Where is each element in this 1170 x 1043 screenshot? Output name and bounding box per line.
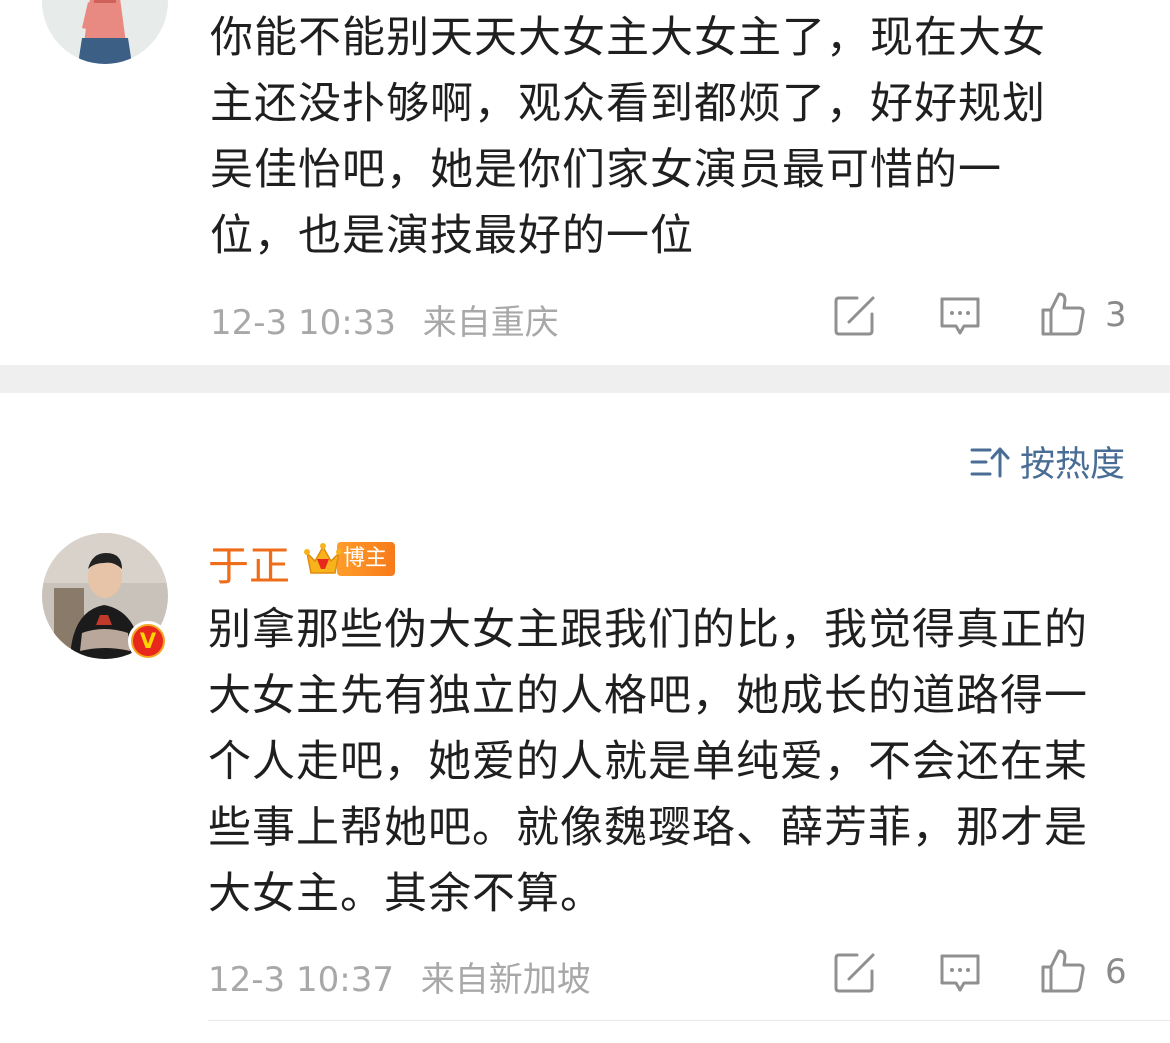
comment-meta: 12-3 10:33 来自重庆 [210,295,559,344]
share-icon [834,953,875,993]
share-icon [834,296,875,336]
sort-label: 按热度 [1019,445,1125,485]
share-button[interactable] [832,293,878,339]
crown-icon [303,539,343,579]
comment-icon [940,954,980,992]
username-link[interactable]: 于正 [208,532,290,592]
comment-time: 12-3 10:37 [208,960,394,1000]
comment-line: 主还没扑够啊，观众看到都烦了，好好规划 [210,79,1046,129]
blogger-badge: 博主 [303,538,399,580]
verified-mark: V [133,626,163,656]
comment-body: 你能不能别天天大女主大女主了，现在大女 主还没扑够啊，观众看到都烦了，好好规划 … [210,5,1046,269]
comment-line: 大女主。其余不算。 [208,869,604,919]
comment-time: 12-3 10:33 [210,303,396,343]
comment-body: 别拿那些伪大女主跟我们的比，我觉得真正的 大女主先有独立的人格吧，她成长的道路得… [208,597,1088,927]
comment-location: 来自重庆 [422,303,559,343]
comment-icon [940,297,980,335]
comment-line: 你能不能别天天大女主大女主了，现在大女 [210,13,1046,63]
comment-line: 位，也是演技最好的一位 [210,211,694,261]
comment-line: 些事上帮她吧。就像魏璎珞、薛芳菲，那才是 [208,803,1088,853]
share-button[interactable] [832,950,878,996]
badge-label: 博主 [337,542,396,576]
reply-button[interactable] [937,293,983,339]
sort-icon [970,447,1010,477]
verified-badge: V [128,621,168,661]
comment-line: 大女主先有独立的人格吧，她成长的道路得一 [208,671,1088,721]
thumbs-up-icon [1041,292,1085,336]
comment-meta: 12-3 10:37 来自新加坡 [208,952,591,1001]
like-button[interactable] [1038,289,1088,339]
comment-line: 吴佳怡吧，她是你们家女演员最可惜的一 [210,145,1002,195]
comment-line: 别拿那些伪大女主跟我们的比，我觉得真正的 [208,605,1088,655]
comment-location: 来自新加坡 [420,960,591,1000]
thumbs-up-icon [1041,949,1085,993]
commenter-avatar[interactable] [42,0,168,64]
comment-line: 个人走吧，她爱的人就是单纯爱，不会还在某 [208,737,1088,787]
avatar-image [42,0,168,64]
sort-by-hot-button[interactable]: 按热度 [970,436,1125,487]
like-count: 6 [1105,952,1127,992]
like-button[interactable] [1038,946,1088,996]
like-count: 3 [1105,295,1127,335]
comment-divider [208,1020,1170,1021]
section-divider [0,365,1170,393]
reply-button[interactable] [937,950,983,996]
